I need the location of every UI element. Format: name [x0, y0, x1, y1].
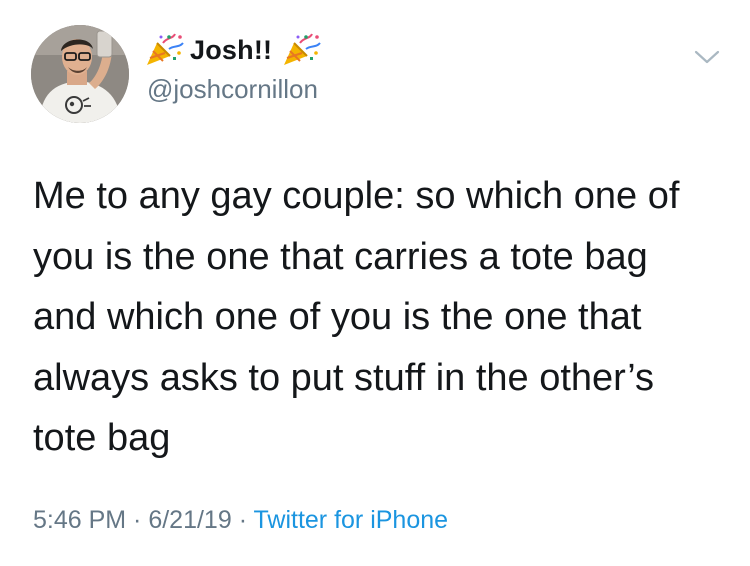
party-popper-icon	[280, 33, 322, 67]
tweet-source-link[interactable]: Twitter for iPhone	[254, 506, 449, 534]
tweet-text-line: always asks to put stuff in the other’s	[33, 356, 655, 399]
tweet-metadata: 5:46 PM · 6/21/19 · Twitter for iPhone	[33, 506, 448, 535]
tweet-text-line: you is the one that carries a tote bag	[33, 235, 648, 278]
meta-separator: ·	[231, 506, 254, 534]
tweet-text: Me to any gay couple: so which one of yo…	[33, 166, 723, 469]
chevron-down-icon[interactable]	[693, 47, 721, 67]
author-handle[interactable]: @joshcornillon	[147, 74, 318, 105]
meta-separator: ·	[126, 506, 149, 534]
tweet-text-line: and which one of you is the one that	[33, 296, 642, 338]
tweet-time[interactable]: 5:46 PM	[33, 506, 126, 534]
tweet-text-line: tote bag	[33, 417, 171, 459]
author-display-name[interactable]: Josh!!	[190, 35, 272, 66]
party-popper-icon	[143, 33, 185, 67]
author-name-row[interactable]: Josh!!	[143, 33, 322, 67]
avatar[interactable]	[31, 25, 129, 123]
tweet-text-line: Me to any gay couple: so which one of	[33, 175, 680, 217]
tweet-date[interactable]: 6/21/19	[148, 506, 231, 534]
